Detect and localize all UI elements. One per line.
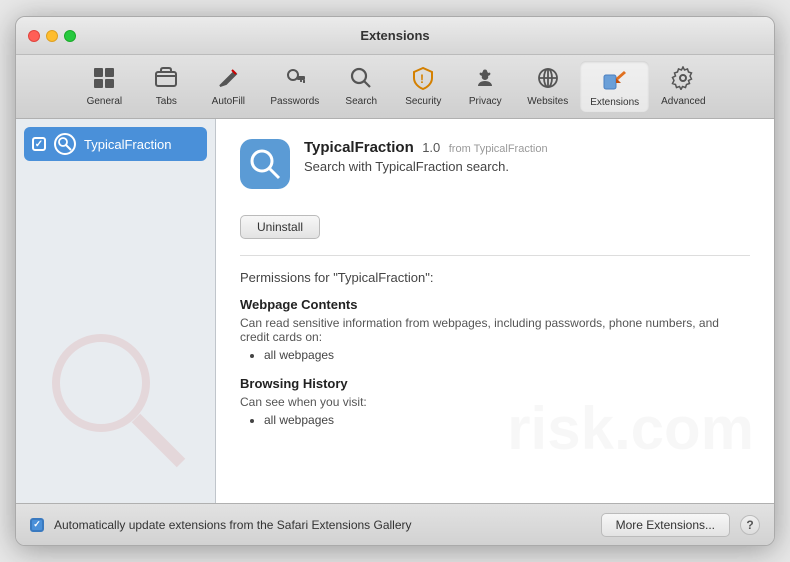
websites-icon (536, 66, 560, 94)
detail-info: TypicalFraction 1.0 from TypicalFraction… (304, 139, 750, 174)
privacy-icon (473, 66, 497, 94)
permission-desc-0: Can read sensitive information from webp… (240, 316, 750, 344)
bottom-bar: Automatically update extensions from the… (16, 503, 774, 545)
advanced-label: Advanced (661, 96, 705, 107)
extension-detail: TypicalFraction 1.0 from TypicalFraction… (216, 119, 774, 503)
privacy-label: Privacy (469, 96, 502, 107)
content-area: TypicalFraction (16, 119, 774, 503)
extensions-list: TypicalFraction (16, 119, 216, 503)
search-icon (349, 66, 373, 94)
more-extensions-button[interactable]: More Extensions... (601, 513, 730, 537)
detail-icon (240, 139, 290, 189)
permission-heading-0: Webpage Contents (240, 297, 750, 312)
permission-heading-1: Browsing History (240, 376, 750, 391)
permission-list-item: all webpages (264, 348, 750, 362)
passwords-label: Passwords (270, 96, 319, 107)
permissions-title: Permissions for "TypicalFraction": (240, 270, 750, 285)
uninstall-button[interactable]: Uninstall (240, 215, 320, 239)
autofill-icon (216, 66, 240, 94)
permission-browsing-history: Browsing History Can see when you visit:… (240, 376, 750, 427)
general-icon (92, 66, 116, 94)
toolbar-item-security[interactable]: ! Security (393, 62, 453, 111)
title-bar: Extensions (16, 17, 774, 55)
permission-list-1: all webpages (240, 413, 750, 427)
extension-item-typicalfraction[interactable]: TypicalFraction (24, 127, 207, 161)
toolbar-item-websites[interactable]: Websites (517, 62, 578, 111)
toolbar-item-search[interactable]: Search (331, 62, 391, 111)
toolbar: General Tabs AutoFill (16, 55, 774, 119)
permission-webpage-contents: Webpage Contents Can read sensitive info… (240, 297, 750, 362)
extension-list-name: TypicalFraction (84, 137, 171, 152)
websites-label: Websites (527, 96, 568, 107)
window-title: Extensions (360, 28, 429, 43)
search-label: Search (345, 96, 377, 107)
toolbar-item-advanced[interactable]: Advanced (651, 62, 715, 111)
maximize-button[interactable] (64, 30, 76, 42)
toolbar-item-privacy[interactable]: Privacy (455, 62, 515, 111)
left-watermark (16, 323, 215, 473)
section-divider (240, 255, 750, 256)
help-button[interactable]: ? (740, 515, 760, 535)
autofill-label: AutoFill (212, 96, 245, 107)
auto-update-label: Automatically update extensions from the… (54, 518, 591, 532)
detail-title-line: TypicalFraction 1.0 from TypicalFraction (304, 139, 750, 157)
toolbar-item-extensions[interactable]: Extensions (580, 61, 649, 112)
extensions-label: Extensions (590, 97, 639, 108)
permission-list-0: all webpages (240, 348, 750, 362)
detail-from: from TypicalFraction (449, 143, 548, 155)
security-icon: ! (411, 66, 435, 94)
security-label: Security (405, 96, 441, 107)
advanced-icon (671, 66, 695, 94)
general-label: General (87, 96, 123, 107)
detail-header: TypicalFraction 1.0 from TypicalFraction… (240, 139, 750, 189)
toolbar-item-tabs[interactable]: Tabs (136, 62, 196, 111)
passwords-icon (283, 66, 307, 94)
traffic-lights (28, 30, 76, 42)
detail-description: Search with TypicalFraction search. (304, 159, 750, 174)
extension-list-icon (54, 133, 76, 155)
detail-version: 1.0 (422, 140, 440, 155)
extensions-window: Extensions General Tab (15, 16, 775, 546)
permission-desc-1: Can see when you visit: (240, 395, 750, 409)
minimize-button[interactable] (46, 30, 58, 42)
detail-name: TypicalFraction (304, 139, 414, 156)
auto-update-checkbox[interactable] (30, 518, 44, 532)
extension-checkbox[interactable] (32, 137, 46, 151)
toolbar-item-autofill[interactable]: AutoFill (198, 62, 258, 111)
permission-list-item: all webpages (264, 413, 750, 427)
svg-text:!: ! (420, 72, 424, 86)
toolbar-item-passwords[interactable]: Passwords (260, 62, 329, 111)
extensions-icon (602, 65, 628, 95)
tabs-icon (154, 66, 178, 94)
close-button[interactable] (28, 30, 40, 42)
toolbar-item-general[interactable]: General (74, 62, 134, 111)
tabs-label: Tabs (156, 96, 177, 107)
